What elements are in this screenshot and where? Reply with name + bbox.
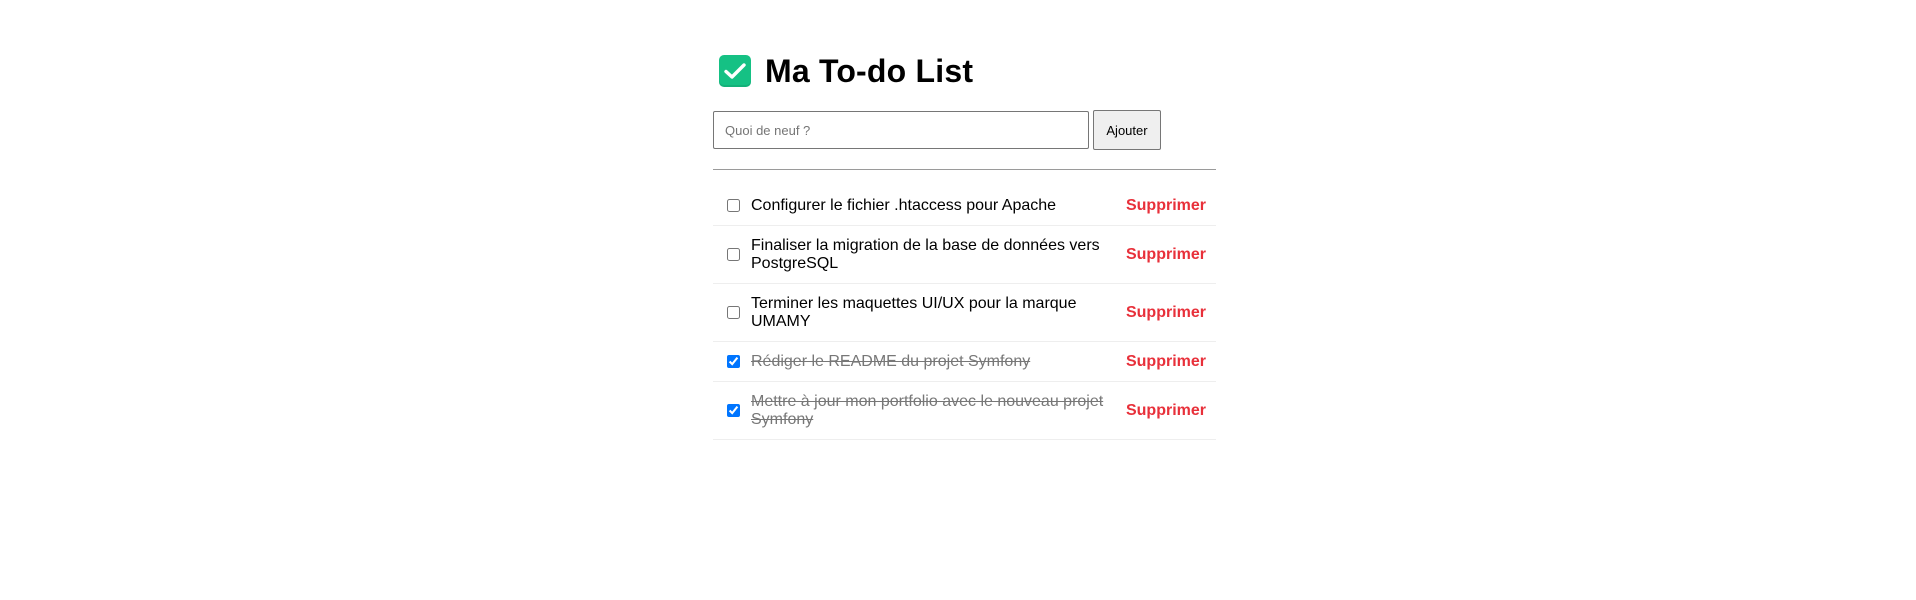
todo-checkbox[interactable] — [727, 404, 740, 417]
new-todo-input[interactable] — [713, 111, 1089, 149]
todo-item: Configurer le fichier .htaccess pour Apa… — [713, 186, 1216, 226]
divider — [713, 169, 1216, 170]
todo-item: Rédiger le README du projet Symfony Supp… — [713, 342, 1216, 382]
check-mark-button-icon — [719, 55, 751, 87]
delete-button[interactable]: Supprimer — [1126, 246, 1206, 264]
todo-checkbox[interactable] — [727, 199, 740, 212]
todo-text: Terminer les maquettes UI/UX pour la mar… — [751, 294, 1077, 330]
todo-text: Configurer le fichier .htaccess pour Apa… — [751, 196, 1057, 214]
todo-item: Terminer les maquettes UI/UX pour la mar… — [713, 284, 1216, 342]
todo-app: Ma To-do List Ajouter Configurer le fich… — [713, 0, 1216, 440]
delete-button[interactable]: Supprimer — [1126, 353, 1206, 371]
todo-text: Finaliser la migration de la base de don… — [751, 236, 1100, 272]
todo-text: Mettre à jour mon portfolio avec le nouv… — [751, 392, 1104, 428]
todo-item: Finaliser la migration de la base de don… — [713, 226, 1216, 284]
todo-checkbox[interactable] — [727, 355, 740, 368]
todo-list: Configurer le fichier .htaccess pour Apa… — [713, 186, 1216, 440]
delete-button[interactable]: Supprimer — [1126, 402, 1206, 420]
todo-item: Mettre à jour mon portfolio avec le nouv… — [713, 382, 1216, 440]
page-title: Ma To-do List — [765, 52, 974, 89]
todo-checkbox[interactable] — [727, 248, 740, 261]
todo-checkbox[interactable] — [727, 306, 740, 319]
header: Ma To-do List — [713, 36, 1216, 106]
delete-button[interactable]: Supprimer — [1126, 197, 1206, 215]
todo-text: Rédiger le README du projet Symfony — [751, 352, 1031, 370]
add-button[interactable]: Ajouter — [1093, 110, 1161, 150]
delete-button[interactable]: Supprimer — [1126, 304, 1206, 322]
add-todo-form: Ajouter — [713, 110, 1216, 150]
